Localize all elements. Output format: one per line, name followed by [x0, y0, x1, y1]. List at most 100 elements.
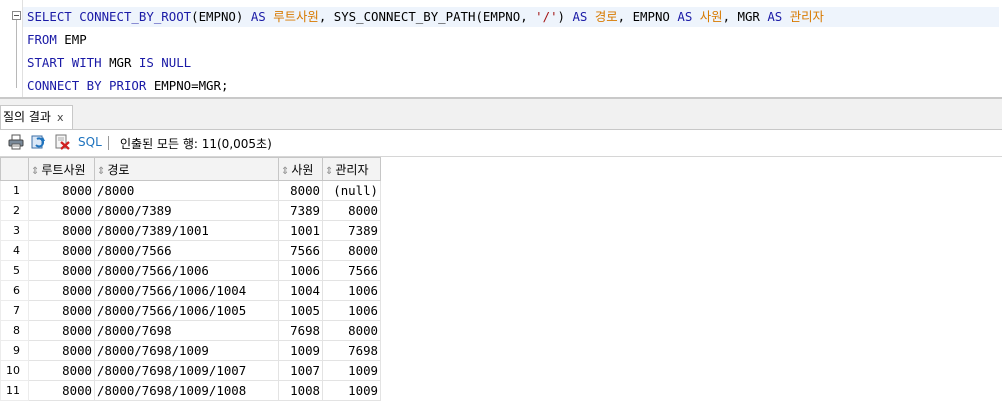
- cell-employee[interactable]: 1009: [278, 340, 323, 361]
- cell-path[interactable]: /8000/7566/1006/1005: [94, 300, 279, 321]
- sql-editor[interactable]: SELECT CONNECT_BY_ROOT(EMPNO) AS 루트사원, S…: [0, 0, 1002, 99]
- cell-employee[interactable]: 1008: [278, 380, 323, 401]
- row-number[interactable]: 7: [0, 300, 29, 321]
- cell-path[interactable]: /8000/7698: [94, 320, 279, 341]
- sql-token: EMP: [56, 32, 87, 47]
- grid-body: 1 8000/8000 8000 (null) 2 8000/8000/7389 7389 8…: [0, 180, 381, 401]
- editor-line-2[interactable]: FROM EMP: [27, 30, 87, 50]
- cell-employee[interactable]: 8000: [278, 180, 323, 201]
- cell-employee[interactable]: 1004: [278, 280, 323, 301]
- column-header[interactable]: ⇕ 사원: [278, 157, 323, 181]
- cell-path[interactable]: /8000/7566/1006/1004: [94, 280, 279, 301]
- row-number[interactable]: 9: [0, 340, 29, 361]
- table-row[interactable]: 2 8000/8000/7389 7389 8000: [0, 200, 381, 221]
- table-row[interactable]: 7 8000/8000/7566/1006/1005 1005 1006: [0, 300, 381, 321]
- row-number[interactable]: 1: [0, 180, 29, 201]
- result-toolbar: SQL 인출된 모든 행: 11(0,005초): [0, 130, 1002, 157]
- cell-manager[interactable]: 1006: [322, 300, 381, 321]
- row-number[interactable]: 6: [0, 280, 29, 301]
- row-number-header[interactable]: [0, 157, 29, 181]
- cell-path[interactable]: /8000: [94, 180, 279, 201]
- row-number[interactable]: 4: [0, 240, 29, 261]
- cell-manager[interactable]: 8000: [322, 240, 381, 261]
- row-number[interactable]: 3: [0, 220, 29, 241]
- cell-manager[interactable]: 1009: [322, 360, 381, 381]
- cell-path[interactable]: /8000/7698/1009: [94, 340, 279, 361]
- sort-icon[interactable]: ⇕: [31, 166, 39, 177]
- row-number[interactable]: 11: [0, 380, 29, 401]
- cell-employee[interactable]: 1007: [278, 360, 323, 381]
- cell-root-employee[interactable]: 8000: [28, 180, 95, 201]
- sql-token: , MGR: [722, 9, 768, 24]
- table-row[interactable]: 3 8000/8000/7389/1001 1001 7389: [0, 220, 381, 241]
- column-header[interactable]: ⇕ 관리자: [322, 157, 381, 181]
- cell-manager[interactable]: 7389: [322, 220, 381, 241]
- cell-root-employee[interactable]: 8000: [28, 200, 95, 221]
- result-grid[interactable]: ⇕ 루트사원 ⇕ 경로 ⇕ 사원 ⇕ 관리자 1 8000/8000 8000 (null) 2…: [0, 157, 1002, 411]
- cell-path[interactable]: /8000/7566: [94, 240, 279, 261]
- sql-token: , EMPNO: [617, 9, 678, 24]
- refresh-icon[interactable]: [31, 134, 47, 150]
- table-row[interactable]: 4 8000/8000/7566 7566 8000: [0, 240, 381, 261]
- cell-root-employee[interactable]: 8000: [28, 360, 95, 381]
- cell-manager[interactable]: 7566: [322, 260, 381, 281]
- sql-token: CONNECT BY PRIOR: [27, 78, 147, 93]
- sql-token: (EMPNO): [191, 9, 251, 24]
- table-row[interactable]: 6 8000/8000/7566/1006/1004 1004 1006: [0, 280, 381, 301]
- cell-root-employee[interactable]: 8000: [28, 320, 95, 341]
- cell-path[interactable]: /8000/7389/1001: [94, 220, 279, 241]
- cell-employee[interactable]: 7698: [278, 320, 323, 341]
- cell-employee[interactable]: 1006: [278, 260, 323, 281]
- collapse-icon[interactable]: [12, 11, 21, 20]
- row-number[interactable]: 8: [0, 320, 29, 341]
- row-number[interactable]: 2: [0, 200, 29, 221]
- table-row[interactable]: 10 8000/8000/7698/1009/1007 1007 1009: [0, 360, 381, 381]
- close-icon[interactable]: x: [57, 111, 64, 124]
- result-tabs: 질의 결과 x: [0, 99, 1002, 130]
- sql-token: AS: [250, 9, 266, 24]
- row-number[interactable]: 10: [0, 360, 29, 381]
- tab-query-result[interactable]: 질의 결과 x: [0, 105, 73, 129]
- sql-token: AS: [767, 9, 783, 24]
- print-icon[interactable]: [8, 134, 24, 150]
- sort-icon[interactable]: ⇕: [97, 166, 105, 177]
- table-row[interactable]: 8 8000/8000/7698 7698 8000: [0, 320, 381, 341]
- column-header[interactable]: ⇕ 경로: [94, 157, 279, 181]
- cell-employee[interactable]: 7389: [278, 200, 323, 221]
- cell-manager[interactable]: (null): [322, 180, 381, 201]
- cell-employee[interactable]: 1001: [278, 220, 323, 241]
- sql-button[interactable]: SQL: [78, 135, 102, 149]
- sort-icon[interactable]: ⇕: [281, 166, 289, 177]
- row-number[interactable]: 5: [0, 260, 29, 281]
- cell-path[interactable]: /8000/7566/1006: [94, 260, 279, 281]
- cell-manager[interactable]: 7698: [322, 340, 381, 361]
- table-row[interactable]: 5 8000/8000/7566/1006 1006 7566: [0, 260, 381, 281]
- cell-root-employee[interactable]: 8000: [28, 240, 95, 261]
- table-row[interactable]: 1 8000/8000 8000 (null): [0, 180, 381, 201]
- cell-employee[interactable]: 7566: [278, 240, 323, 261]
- cell-employee[interactable]: 1005: [278, 300, 323, 321]
- cell-root-employee[interactable]: 8000: [28, 380, 95, 401]
- editor-line-1[interactable]: SELECT CONNECT_BY_ROOT(EMPNO) AS 루트사원, S…: [23, 7, 999, 27]
- cell-root-employee[interactable]: 8000: [28, 220, 95, 241]
- cell-manager[interactable]: 8000: [322, 320, 381, 341]
- editor-line-4[interactable]: CONNECT BY PRIOR EMPNO=MGR;: [27, 76, 228, 96]
- column-header-label: 사원: [291, 162, 314, 177]
- table-row[interactable]: 9 8000/8000/7698/1009 1009 7698: [0, 340, 381, 361]
- cell-manager[interactable]: 1006: [322, 280, 381, 301]
- delete-icon[interactable]: [54, 134, 70, 150]
- editor-line-3[interactable]: START WITH MGR IS NULL: [27, 53, 191, 73]
- column-header[interactable]: ⇕ 루트사원: [28, 157, 95, 181]
- toolbar-separator: [108, 136, 109, 150]
- cell-manager[interactable]: 1009: [322, 380, 381, 401]
- table-row[interactable]: 11 8000/8000/7698/1009/1008 1008 1009: [0, 380, 381, 401]
- cell-root-employee[interactable]: 8000: [28, 280, 95, 301]
- cell-root-employee[interactable]: 8000: [28, 300, 95, 321]
- cell-path[interactable]: /8000/7698/1009/1008: [94, 380, 279, 401]
- cell-path[interactable]: /8000/7698/1009/1007: [94, 360, 279, 381]
- sort-icon[interactable]: ⇕: [325, 166, 333, 177]
- cell-root-employee[interactable]: 8000: [28, 260, 95, 281]
- cell-manager[interactable]: 8000: [322, 200, 381, 221]
- cell-path[interactable]: /8000/7389: [94, 200, 279, 221]
- cell-root-employee[interactable]: 8000: [28, 340, 95, 361]
